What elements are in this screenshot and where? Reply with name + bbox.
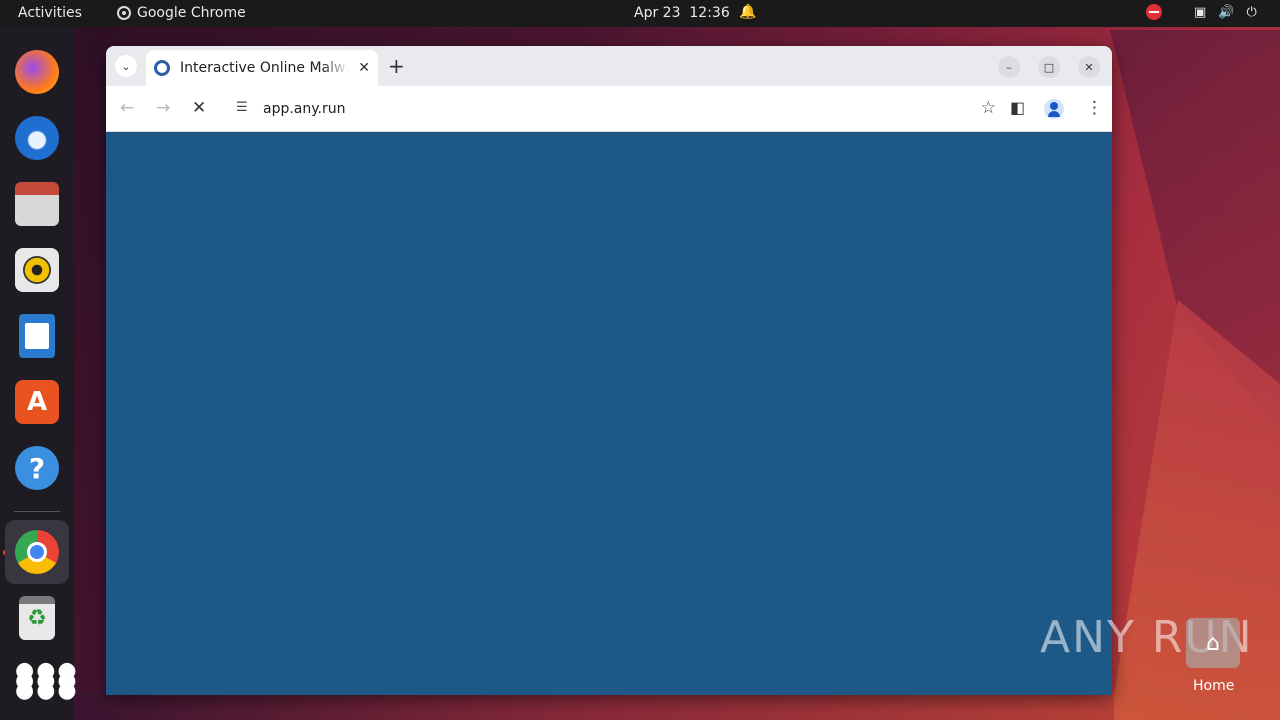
tab-close-icon[interactable]: ✕ (358, 60, 370, 76)
thunderbird-icon (15, 116, 59, 160)
dock-item-trash[interactable]: ♻ (5, 586, 69, 650)
maximize-icon: □ (1043, 60, 1055, 74)
writer-icon (19, 314, 55, 358)
close-window-button[interactable]: ✕ (1078, 56, 1100, 78)
browser-toolbar: ← → ✕ ☰ ☆ ◧ ⋮ (106, 86, 1112, 132)
activities-button[interactable]: Activities (18, 5, 82, 21)
menu-kebab-icon[interactable]: ⋮ (1086, 98, 1103, 118)
dock-item-writer[interactable] (5, 304, 69, 368)
profile-avatar[interactable] (1044, 99, 1064, 119)
chrome-window: ⌄ Interactive Online Malware Analysis ✕ … (106, 46, 1112, 695)
dock-item-help[interactable]: ? (5, 436, 69, 500)
forward-button[interactable]: → (156, 98, 170, 118)
minimize-icon: – (1006, 60, 1012, 74)
dock-separator (14, 511, 60, 512)
dock-item-files[interactable] (5, 172, 69, 236)
show-apps-icon: ●●● ●●● ●●● (15, 658, 79, 703)
new-tab-button[interactable]: + (388, 54, 405, 78)
dock-item-show-apps[interactable]: ●●● ●●● ●●● (5, 650, 79, 714)
maximize-button[interactable]: □ (1038, 56, 1060, 78)
top-bar: Activities Google Chrome Apr 23 12:36 🔔 … (0, 0, 1280, 27)
tab-active[interactable]: Interactive Online Malware Analysis ✕ (146, 50, 378, 86)
firefox-icon (15, 50, 59, 94)
back-button[interactable]: ← (120, 98, 134, 118)
volume-icon: 🔊 (1218, 4, 1235, 20)
system-status-area[interactable]: ▣ 🔊 ⏻ (1146, 4, 1257, 20)
help-icon: ? (15, 446, 59, 490)
rhythmbox-icon (15, 248, 59, 292)
close-icon: ✕ (1084, 60, 1094, 74)
tab-search-button[interactable]: ⌄ (115, 55, 137, 77)
network-icon: ▣ (1194, 4, 1207, 20)
site-info-icon[interactable]: ☰ (236, 100, 248, 115)
clock[interactable]: Apr 23 12:36 (634, 5, 730, 21)
omnibox[interactable]: ☰ ☆ (226, 92, 996, 126)
side-panel-icon[interactable]: ◧ (1010, 98, 1025, 117)
bookmark-star-icon[interactable]: ☆ (981, 98, 996, 118)
home-folder-icon[interactable]: ⌂ (1186, 618, 1240, 668)
page-content (106, 133, 1112, 695)
stop-loading-button[interactable]: ✕ (192, 98, 206, 118)
dock: A ? ♻ ●●● ●●● ●●● (0, 27, 79, 720)
dock-item-firefox[interactable] (5, 40, 69, 104)
tab-title: Interactive Online Malware Analysis (180, 60, 348, 76)
power-icon: ⏻ (1246, 4, 1257, 20)
chrome-small-icon (117, 6, 131, 20)
chrome-icon (15, 530, 59, 574)
favicon-icon (154, 60, 170, 76)
app-center-icon: A (15, 380, 59, 424)
time: 12:36 (689, 5, 730, 21)
minimize-button[interactable]: – (998, 56, 1020, 78)
notification-bell-icon[interactable]: 🔔 (739, 4, 756, 20)
trash-icon: ♻ (19, 596, 55, 640)
app-name: Google Chrome (137, 5, 246, 21)
url-input[interactable] (263, 101, 437, 117)
chevron-down-icon: ⌄ (121, 59, 131, 73)
dock-item-rhythmbox[interactable] (5, 238, 69, 302)
dock-item-app-center[interactable]: A (5, 370, 69, 434)
tab-strip: ⌄ Interactive Online Malware Analysis ✕ … (106, 46, 1112, 86)
dock-item-chrome[interactable] (5, 520, 69, 584)
app-menu[interactable]: Google Chrome (117, 5, 246, 21)
files-icon (15, 182, 59, 226)
dock-item-thunderbird[interactable] (5, 106, 69, 170)
home-label: Home (1193, 678, 1235, 694)
do-not-disturb-icon (1146, 4, 1162, 20)
date: Apr 23 (634, 5, 681, 21)
